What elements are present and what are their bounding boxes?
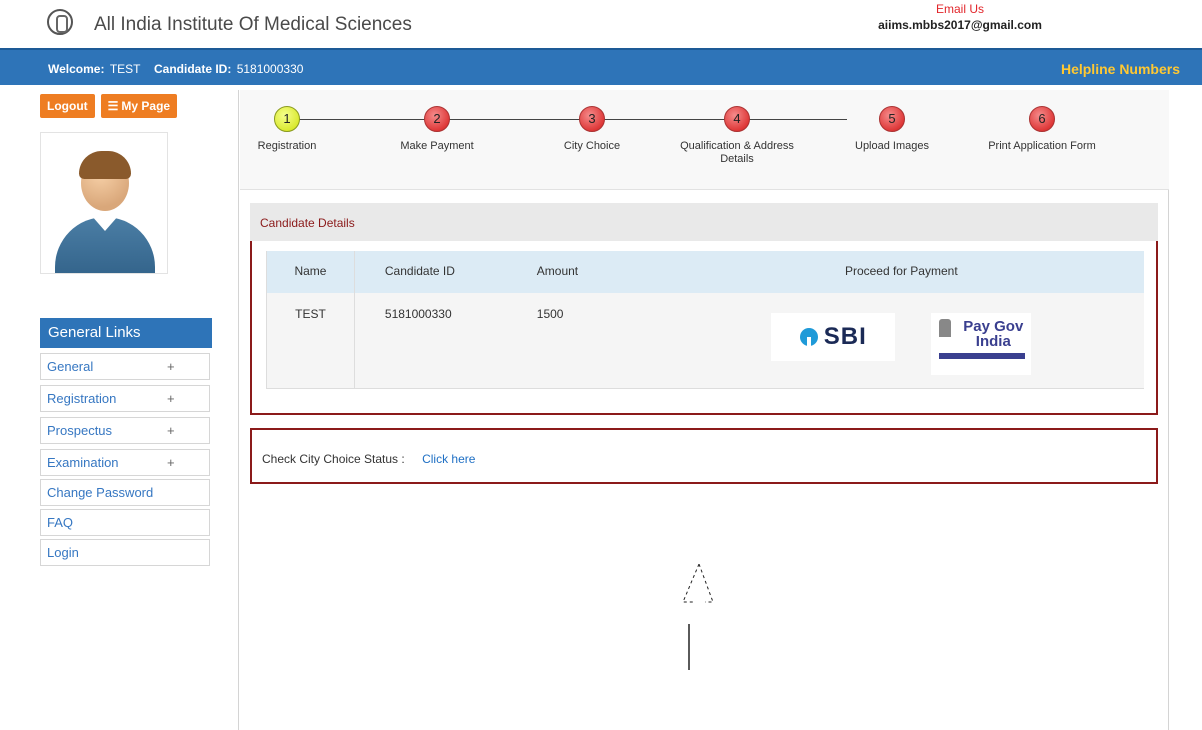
email-block: Email Us aiims.mbbs2017@gmail.com [870, 2, 1050, 32]
step-number: 6 [1029, 106, 1055, 132]
welcome-name: TEST [109, 62, 141, 76]
step-label: Registration [257, 140, 317, 152]
expand-plus-icon: + [167, 359, 175, 374]
cell-payment-options: SBI Pay Gov India [659, 293, 1144, 388]
candidate-details-header: Candidate Details [250, 203, 1158, 241]
email-link[interactable]: aiims.mbbs2017@gmail.com [870, 18, 1050, 32]
candidate-id-text: Candidate ID: 5181000330 [154, 62, 303, 76]
payment-logos: SBI Pay Gov India [659, 313, 1144, 375]
sidebar-item-label: Registration [47, 391, 117, 406]
table-header-row: Name Candidate ID Amount Proceed for Pay… [267, 251, 1144, 293]
paygov-label: Pay Gov India [963, 318, 1024, 350]
logout-button[interactable]: Logout [40, 94, 95, 118]
sbi-payment-button[interactable]: SBI [771, 313, 896, 361]
user-info-bar: Welcome: TEST Candidate ID: 5181000330 H… [0, 48, 1202, 85]
email-label: Email Us [935, 2, 984, 16]
cell-amount: 1500 [536, 307, 564, 321]
candidate-id-value: 5181000330 [236, 62, 304, 76]
step-registration[interactable]: 1 Registration [227, 106, 347, 153]
table-row: TEST 5181000330 1500 SBI Pay Gov India [267, 293, 1144, 389]
column-header-proceed-payment: Proceed for Payment [844, 264, 958, 278]
candidate-id-label: Candidate ID: [154, 62, 232, 76]
step-number: 1 [274, 106, 300, 132]
step-number: 3 [579, 106, 605, 132]
arrow-head-right [698, 564, 714, 603]
paygov-banner [939, 353, 1026, 359]
step-city-choice[interactable]: 3 City Choice [532, 106, 652, 153]
step-make-payment[interactable]: 2 Make Payment [377, 106, 497, 153]
step-upload-images[interactable]: 5 Upload Images [832, 106, 952, 153]
site-title: All India Institute Of Medical Sciences [94, 14, 412, 35]
step-number: 4 [724, 106, 750, 132]
sidebar-item-label: Examination [47, 455, 119, 470]
step-number: 2 [424, 106, 450, 132]
sidebar-item-registration[interactable]: Registration + [40, 385, 210, 412]
list-icon: ☰ [107, 99, 119, 113]
arrow-head-left [682, 564, 700, 603]
cell-candidate-id: 5181000330 [384, 307, 452, 321]
expand-plus-icon: + [167, 423, 175, 438]
step-label: Qualification & Address Details [680, 140, 794, 165]
sidebar-item-label: Prospectus [47, 423, 113, 438]
sidebar-item-prospectus[interactable]: Prospectus + [40, 417, 210, 444]
avatar-hair [79, 151, 131, 179]
sidebar-item-label: Change Password [47, 485, 154, 500]
helpline-numbers-link[interactable]: Helpline Numbers [1061, 61, 1180, 77]
column-header-amount: Amount [536, 264, 579, 278]
step-print-application[interactable]: 6 Print Application Form [982, 106, 1102, 153]
column-header-name: Name [267, 251, 355, 293]
welcome-label: Welcome: [48, 62, 105, 76]
step-label: Print Application Form [988, 140, 1096, 152]
paygov-payment-button[interactable]: Pay Gov India [931, 313, 1032, 375]
sidebar-item-label: Login [47, 545, 79, 560]
sidebar-item-label: FAQ [47, 515, 74, 530]
sidebar-item-label: General [47, 359, 94, 374]
sidebar-item-faq[interactable]: FAQ [40, 509, 210, 536]
city-choice-label: Check City Choice Status : [262, 452, 405, 466]
step-label: Make Payment [400, 140, 474, 152]
candidate-details-panel: Name Candidate ID Amount Proceed for Pay… [250, 241, 1158, 415]
city-choice-status-box: Check City Choice Status : Click here [250, 428, 1158, 484]
general-links-header: General Links [40, 318, 212, 348]
my-page-label: My Page [121, 99, 171, 113]
expand-plus-icon: + [167, 391, 175, 406]
cell-name: TEST [267, 293, 355, 388]
progress-steps: 1 Registration 2 Make Payment 3 City Cho… [240, 90, 1169, 190]
step-qualification-address[interactable]: 4 Qualification & Address Details [677, 106, 797, 166]
pointer-arrow-icon [682, 564, 714, 670]
sidebar-item-login[interactable]: Login [40, 539, 210, 566]
aiims-logo-icon [47, 9, 73, 35]
site-header: All India Institute Of Medical Sciences … [0, 0, 1202, 48]
step-label: City Choice [563, 140, 621, 152]
step-number: 5 [879, 106, 905, 132]
welcome-text: Welcome: TEST [48, 62, 140, 76]
avatar [40, 132, 168, 274]
step-label: Upload Images [855, 140, 929, 152]
sidebar-item-change-password[interactable]: Change Password [40, 479, 210, 506]
sidebar: Logout ☰ My Page General Links General + … [40, 94, 212, 566]
sbi-logo-icon [799, 328, 818, 346]
candidate-table: Name Candidate ID Amount Proceed for Pay… [266, 251, 1144, 389]
sidebar-buttons: Logout ☰ My Page [40, 94, 212, 118]
sidebar-item-general[interactable]: General + [40, 353, 210, 380]
expand-plus-icon: + [167, 455, 175, 470]
sidebar-item-examination[interactable]: Examination + [40, 449, 210, 476]
main-panel: 1 Registration 2 Make Payment 3 City Cho… [238, 90, 1169, 730]
click-here-link[interactable]: Click here [422, 452, 475, 466]
my-page-button[interactable]: ☰ My Page [100, 94, 178, 118]
column-header-candidate-id: Candidate ID [384, 264, 455, 278]
sbi-label: SBI [823, 323, 867, 350]
national-emblem-icon [939, 319, 952, 337]
